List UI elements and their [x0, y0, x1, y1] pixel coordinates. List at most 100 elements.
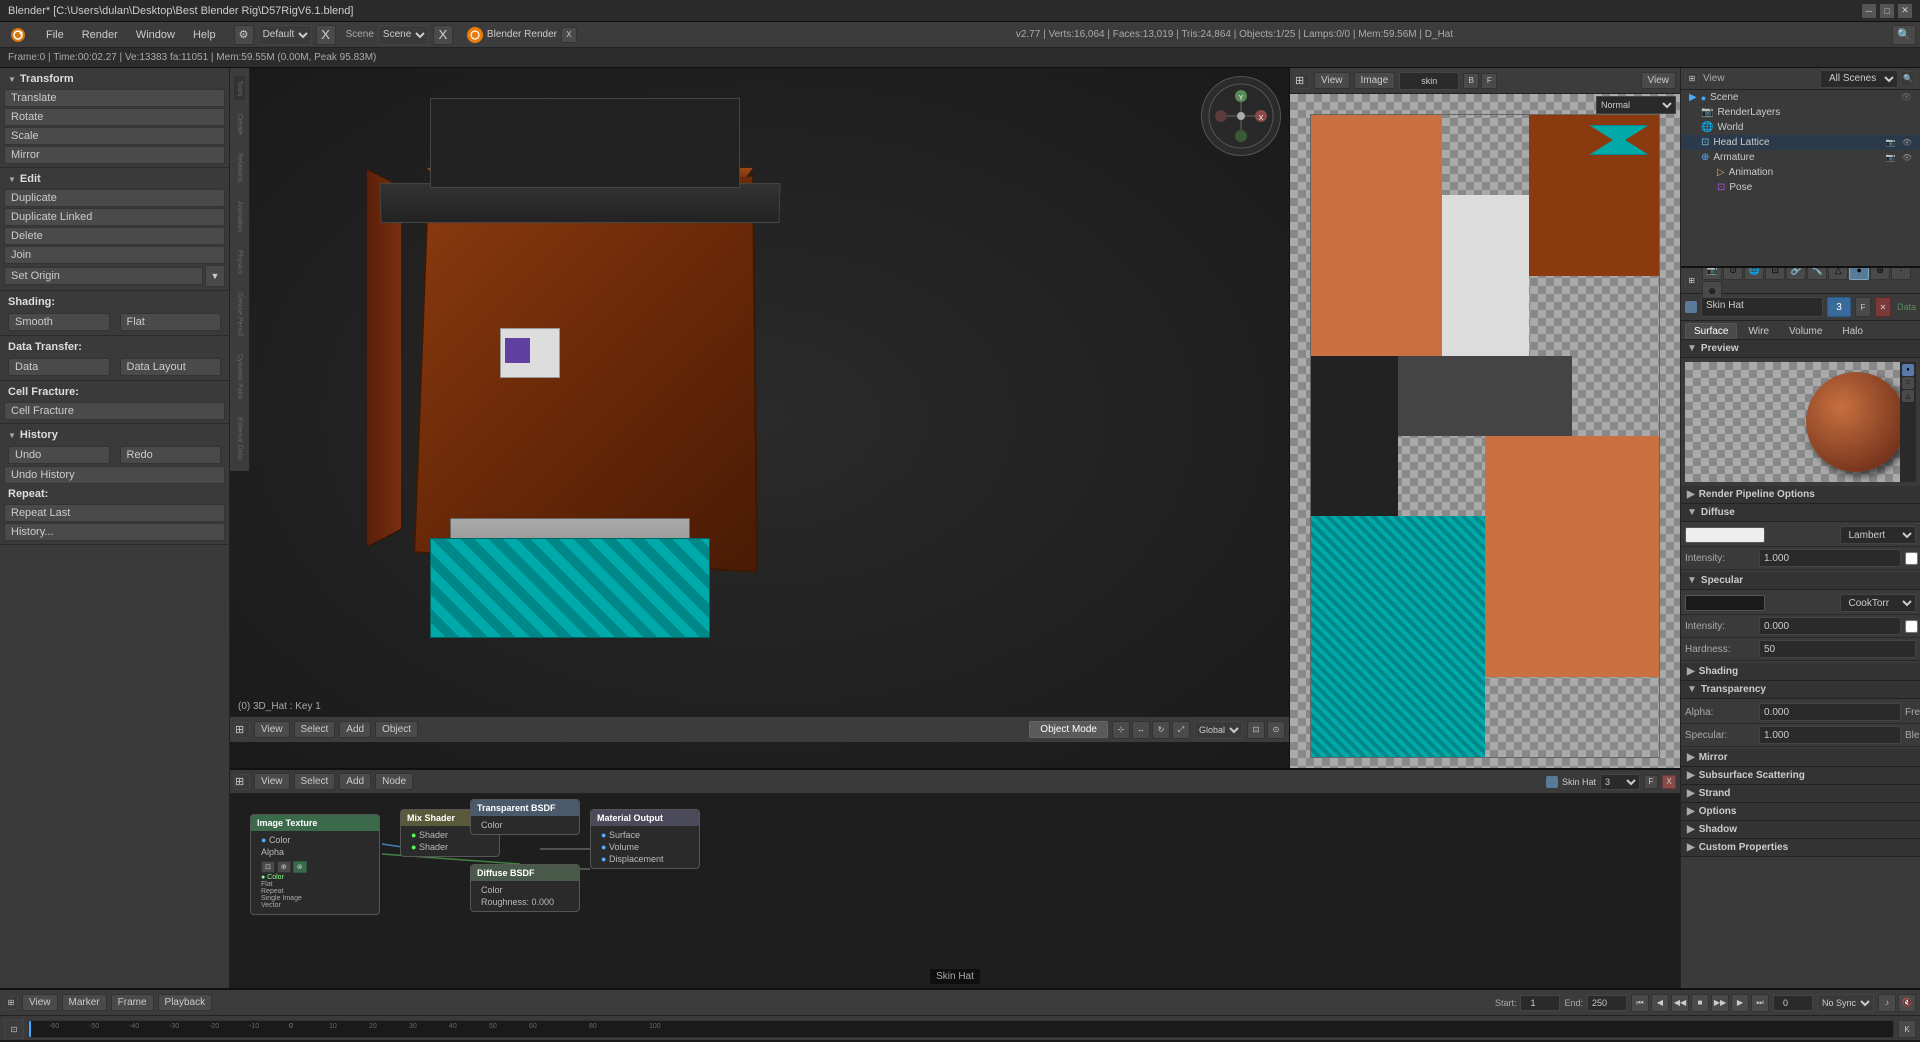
outliner-toggle[interactable]: ⊞: [1685, 72, 1699, 86]
node-btn-2[interactable]: ⊕: [277, 861, 291, 873]
3d-add-menu[interactable]: Add: [339, 721, 371, 738]
relations-tab[interactable]: Relations: [234, 149, 245, 186]
tab-wire[interactable]: Wire: [1739, 323, 1778, 339]
node-select-menu[interactable]: Select: [294, 773, 336, 790]
specular-section-header[interactable]: ▼ Specular: [1681, 572, 1920, 590]
render-pipeline-header[interactable]: ▶ Render Pipeline Options: [1681, 486, 1920, 504]
preview-ctrl-2[interactable]: □: [1902, 377, 1914, 389]
mirror-button[interactable]: Mirror: [4, 146, 225, 164]
mat-f-btn[interactable]: F: [1644, 775, 1658, 789]
node-node-menu[interactable]: Node: [375, 773, 413, 790]
menu-help[interactable]: Help: [185, 27, 224, 43]
jump-end-btn[interactable]: ⏭: [1751, 994, 1769, 1012]
rotate-mode-btn[interactable]: ↻: [1152, 721, 1170, 739]
mat-name-field[interactable]: Skin Hat: [1701, 297, 1823, 317]
outliner-renderlayers[interactable]: 📷 RenderLayers: [1681, 105, 1920, 120]
scene-settings-btn[interactable]: X: [433, 25, 453, 45]
transform-header[interactable]: ▼ Transform: [0, 70, 229, 88]
mirror-section-header[interactable]: ▶ Mirror: [1681, 749, 1920, 767]
external-data-tab[interactable]: External Data: [234, 413, 245, 463]
start-frame-input[interactable]: [1520, 995, 1560, 1011]
preview-ctrl-3[interactable]: △: [1902, 390, 1914, 402]
prop-modifier-icon[interactable]: 🔧: [1807, 268, 1827, 280]
redo-button[interactable]: Redo: [120, 446, 222, 464]
rotate-button[interactable]: Rotate: [4, 108, 225, 126]
specular-type-dropdown[interactable]: CookTorr: [1840, 594, 1917, 612]
3d-view-menu[interactable]: View: [254, 721, 290, 738]
custom-props-section-header[interactable]: ▶ Custom Properties: [1681, 839, 1920, 857]
end-frame-input[interactable]: [1587, 995, 1627, 1011]
duplicate-button[interactable]: Duplicate: [4, 189, 225, 207]
snap-toggle[interactable]: ⊡: [1247, 721, 1265, 739]
join-button[interactable]: Join: [4, 246, 225, 264]
specular-color-swatch[interactable]: [1685, 595, 1765, 611]
set-origin-button[interactable]: Set Origin: [4, 267, 203, 285]
mat-slot-selector-node[interactable]: 3: [1600, 774, 1640, 790]
diffuse-section-header[interactable]: ▼ Diffuse: [1681, 504, 1920, 522]
scene-dropdown[interactable]: Scene: [378, 25, 429, 45]
arm-restrict[interactable]: 📷: [1886, 153, 1896, 162]
outliner-search-toggle[interactable]: 🔍: [1900, 71, 1916, 87]
data-button[interactable]: Data: [8, 358, 110, 376]
scene-filter-dropdown[interactable]: All Scenes: [1820, 70, 1898, 88]
uv-image-selector[interactable]: skin: [1399, 72, 1459, 90]
navigation-gizmo[interactable]: Y X: [1201, 76, 1281, 156]
node-view-menu[interactable]: View: [254, 773, 290, 790]
smooth-button[interactable]: Smooth: [8, 313, 110, 331]
delete-button[interactable]: Delete: [4, 227, 225, 245]
tab-surface[interactable]: Surface: [1685, 323, 1737, 339]
sss-section-header[interactable]: ▶ Subsurface Scattering: [1681, 767, 1920, 785]
translate-button[interactable]: Translate: [4, 89, 225, 107]
node-toggle[interactable]: ⊞: [234, 774, 250, 790]
lattice-restrict-view[interactable]: 👁: [1902, 138, 1912, 147]
arm-view[interactable]: 👁: [1902, 153, 1912, 162]
transform-orientation[interactable]: Global: [1194, 721, 1243, 739]
duplicate-linked-button[interactable]: Duplicate Linked: [4, 208, 225, 226]
diffuse-color-swatch[interactable]: [1685, 527, 1765, 543]
current-frame-input[interactable]: [1773, 995, 1813, 1011]
outliner-animation[interactable]: ▷ Animation: [1681, 165, 1920, 180]
node-add-menu[interactable]: Add: [339, 773, 371, 790]
menu-window[interactable]: Window: [128, 27, 183, 43]
animation-tab-left[interactable]: Animation: [234, 197, 245, 236]
prop-texture-icon[interactable]: ⊕: [1870, 268, 1890, 280]
specular-trans-input[interactable]: [1759, 726, 1901, 744]
mat-x-prop-btn[interactable]: ✕: [1875, 297, 1891, 317]
tl-left-toolbar[interactable]: ⊡: [4, 1019, 24, 1039]
viewport-3d[interactable]: ⊞ View Select Add Object Object Mode ⊹ ↔…: [230, 68, 1290, 768]
timeline-ruler[interactable]: -60 -50 -40 -30 -20 -10 0 10 20 30 40 50…: [28, 1020, 1894, 1038]
uv-view-mode[interactable]: View: [1641, 72, 1677, 89]
specular-intensity-input[interactable]: [1759, 617, 1901, 635]
minimize-button[interactable]: ─: [1862, 4, 1876, 18]
maximize-button[interactable]: □: [1880, 4, 1894, 18]
outliner-armature[interactable]: ⊕ Armature 📷 👁: [1681, 150, 1920, 165]
audio-btn[interactable]: ♪: [1878, 994, 1896, 1012]
uv-view-menu[interactable]: View: [1314, 72, 1350, 89]
outliner-world[interactable]: 🌐 World: [1681, 120, 1920, 135]
undo-history-button[interactable]: Undo History: [4, 466, 225, 484]
uv-pin-btn[interactable]: B: [1463, 73, 1479, 89]
outliner-scene[interactable]: ▶ ● Scene 👁: [1681, 90, 1920, 105]
history-button[interactable]: History...: [4, 523, 225, 541]
history-header[interactable]: ▼ History: [0, 426, 229, 444]
flat-button[interactable]: Flat: [120, 313, 222, 331]
strand-section-header[interactable]: ▶ Strand: [1681, 785, 1920, 803]
prop-material-icon[interactable]: ●: [1849, 268, 1869, 280]
mute-btn[interactable]: 🔇: [1898, 994, 1916, 1012]
step-back-btn[interactable]: ◀: [1651, 994, 1669, 1012]
shading-section-header[interactable]: ▶ Shading: [1681, 663, 1920, 681]
diffuse-intensity-input[interactable]: [1759, 549, 1901, 567]
viewport-toggle[interactable]: ⊞: [234, 722, 250, 738]
undo-button[interactable]: Undo: [8, 446, 110, 464]
data-layout-button[interactable]: Data Layout: [120, 358, 222, 376]
set-origin-menu[interactable]: ▼: [205, 265, 225, 287]
translate-mode-btn[interactable]: ↔: [1132, 721, 1150, 739]
prop-particles-icon[interactable]: ·: [1891, 268, 1911, 280]
engine-dropdown[interactable]: Default: [258, 25, 312, 45]
uv-image-menu[interactable]: Image: [1354, 72, 1396, 89]
step-fwd-btn[interactable]: ▶: [1731, 994, 1749, 1012]
diffuse-type-dropdown[interactable]: Lambert: [1840, 526, 1917, 544]
transparency-section-header[interactable]: ▼ Transparency: [1681, 681, 1920, 699]
close-button[interactable]: ✕: [1898, 4, 1912, 18]
3d-select-menu[interactable]: Select: [294, 721, 336, 738]
